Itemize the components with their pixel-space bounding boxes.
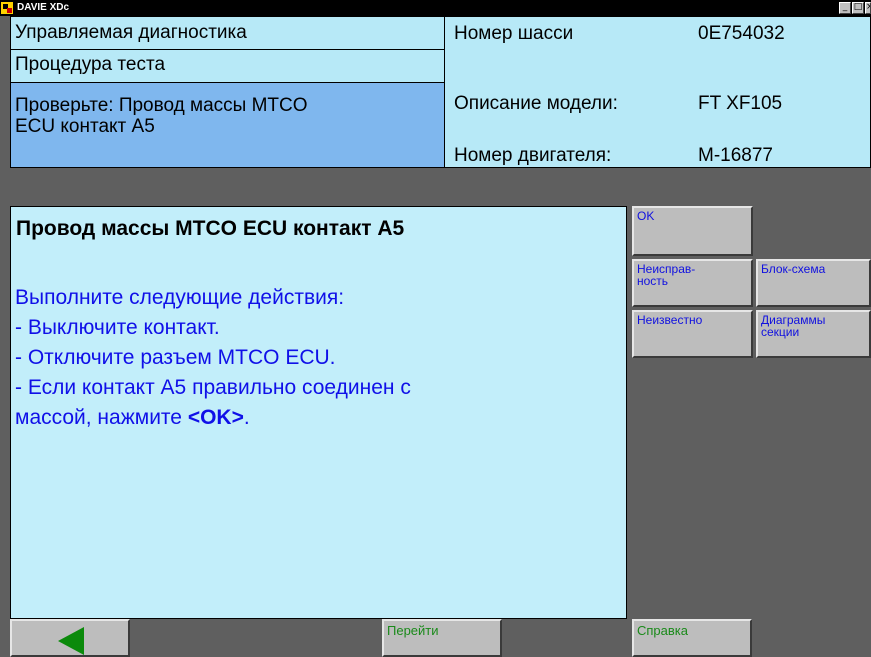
nav-guided-diagnostics-label: Управляемая диагностика	[15, 22, 247, 43]
chassis-number-label: Номер шасси	[454, 23, 574, 44]
maximize-icon[interactable]: □	[852, 2, 864, 14]
nav-guided-diagnostics[interactable]: Управляемая диагностика	[10, 16, 445, 50]
goto-button[interactable]: Перейти	[382, 619, 502, 657]
instruction-line-2: - Выключите контакт.	[15, 316, 220, 339]
instruction-line-5-end: .	[243, 406, 250, 429]
unknown-button[interactable]: Неизвестно	[632, 310, 753, 358]
title-bar: DAVIE XDc _ □ ×	[0, 0, 871, 16]
instruction-line-5-text: массой, нажмите	[15, 406, 188, 429]
bottom-toolbar: Перейти Справка	[0, 619, 871, 657]
ok-hint: <OK>	[187, 406, 244, 429]
fault-button-line2: ность	[637, 274, 669, 288]
model-description-value: FT XF105	[698, 93, 783, 114]
ok-button[interactable]: OK	[632, 206, 753, 256]
window-title: DAVIE XDc	[17, 2, 70, 13]
fault-button[interactable]: Неисправ- ность	[632, 259, 753, 307]
app-icon	[1, 2, 13, 14]
back-arrow-icon	[58, 627, 84, 655]
instruction-panel: Провод массы MTCO ECU контакт A5 Выполни…	[10, 206, 627, 619]
vehicle-info-panel: Номер шасси 0E754032 Описание модели: FT…	[444, 16, 871, 168]
engine-number-value: M-16877	[698, 145, 773, 166]
help-button[interactable]: Справка	[632, 619, 752, 657]
action-button-panel: OK Неисправ- ность Блок-схема Неизвестно…	[627, 206, 871, 619]
nav-test-procedure-label: Процедура теста	[15, 54, 166, 75]
nav-current-check-line1: Проверьте: Провод массы MTCO	[15, 95, 308, 116]
section-diagrams-line2: секции	[761, 325, 800, 339]
separator-strip	[0, 168, 871, 206]
nav-current-check-line2: ECU контакт A5	[15, 116, 155, 137]
instruction-line-5: массой, нажмите <OK>.	[15, 403, 411, 433]
instruction-text: Выполните следующие действия: - Выключит…	[15, 283, 411, 433]
close-icon[interactable]: ×	[865, 2, 871, 14]
instruction-line-1: Выполните следующие действия:	[15, 286, 345, 309]
instruction-line-4: - Если контакт A5 правильно соединен с	[15, 376, 411, 399]
back-button[interactable]	[10, 619, 130, 657]
engine-number-label: Номер двигателя:	[454, 145, 612, 166]
block-diagram-button[interactable]: Блок-схема	[756, 259, 871, 307]
nav-current-check-label: Проверьте: Провод массы MTCO ECU контакт…	[15, 95, 308, 137]
nav-current-check[interactable]: Проверьте: Провод массы MTCO ECU контакт…	[10, 82, 445, 168]
nav-test-procedure[interactable]: Процедура теста	[10, 49, 445, 83]
chassis-number-value: 0E754032	[698, 23, 785, 44]
model-description-label: Описание модели:	[454, 93, 618, 114]
window-controls: _ □ ×	[839, 2, 871, 14]
instruction-line-3: - Отключите разъем MTCO ECU.	[15, 346, 336, 369]
minimize-icon[interactable]: _	[839, 2, 851, 14]
header: Управляемая диагностика Процедура теста …	[0, 16, 871, 168]
instruction-title: Провод массы MTCO ECU контакт A5	[16, 217, 405, 240]
section-diagrams-button[interactable]: Диаграммы секции	[756, 310, 871, 358]
